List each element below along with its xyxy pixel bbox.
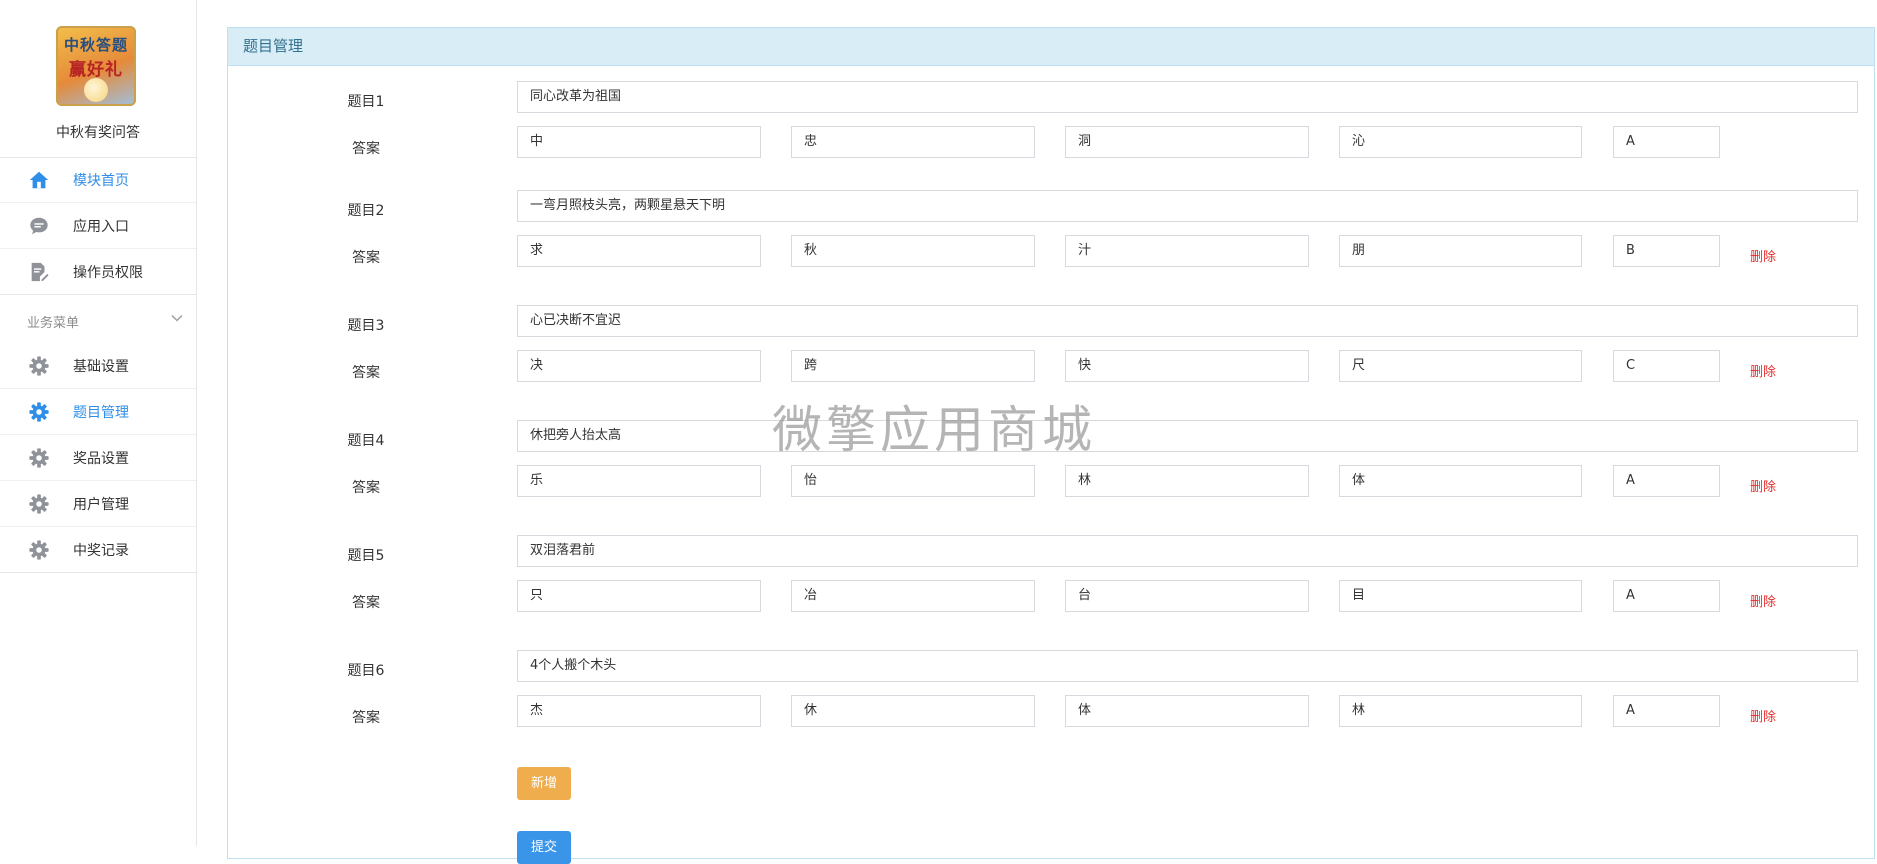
answer-label: 答案 [352,710,380,726]
option-b-input[interactable]: 休 [791,695,1035,727]
question-text-input[interactable]: 一弯月照枝头亮，两颗星悬天下明 [517,190,1858,222]
sidebar-item-label: 应用入口 [73,219,129,235]
logo-text-line2: 赢好礼 [69,60,123,80]
question-text-input[interactable]: 双泪落君前 [517,535,1858,567]
correct-answer-input[interactable]: A [1613,126,1720,158]
sidebar-item-label: 用户管理 [73,497,129,513]
sidebar-item-label: 题目管理 [73,405,129,421]
sidebar-item-label: 基础设置 [73,359,129,375]
app-name: 中秋有奖问答 [56,125,140,141]
answer-label: 答案 [352,250,380,266]
question-label: 题目1 [347,94,385,110]
option-d-input[interactable]: 目 [1339,580,1582,612]
panel-title: 题目管理 [228,28,1874,66]
group-label: 业务菜单 [27,316,80,331]
question-label: 题目6 [347,663,385,679]
option-d-input[interactable]: 林 [1339,695,1582,727]
option-c-input[interactable]: 林 [1065,465,1309,497]
sidebar-nav: 模块首页 应用入口 操作员权限 业务菜单 基础设置 题目管理 奖品设置 用户管理… [0,157,196,573]
chevron-down-icon [171,314,183,322]
sidebar-item-label: 奖品设置 [73,451,129,467]
sidebar-item-label: 操作员权限 [73,265,143,281]
sidebar-item-module-home[interactable]: 模块首页 [0,157,196,203]
app-logo: 中秋答题 赢好礼 [56,26,136,106]
moon-icon [84,78,108,102]
sidebar-item-app-entry[interactable]: 应用入口 [0,203,196,249]
option-a-input[interactable]: 只 [517,580,761,612]
delete-question-button[interactable]: 删除 [1750,591,1776,610]
answer-label: 答案 [352,480,380,496]
answer-label: 答案 [352,365,380,381]
option-d-input[interactable]: 朋 [1339,235,1582,267]
option-d-input[interactable]: 尺 [1339,350,1582,382]
brand-block: 中秋答题 赢好礼 中秋有奖问答 [0,0,196,158]
option-a-input[interactable]: 求 [517,235,761,267]
question-label: 题目5 [347,548,385,564]
gear-icon [29,448,49,468]
option-d-input[interactable]: 体 [1339,465,1582,497]
delete-question-button[interactable]: 删除 [1750,476,1776,495]
sidebar-item-winning-records[interactable]: 中奖记录 [0,527,196,573]
question-text-input[interactable]: 4个人搬个木头 [517,650,1858,682]
sidebar-item-prize-settings[interactable]: 奖品设置 [0,435,196,481]
option-a-input[interactable]: 决 [517,350,761,382]
sidebar-item-user-management[interactable]: 用户管理 [0,481,196,527]
option-a-input[interactable]: 杰 [517,695,761,727]
sidebar-item-label: 中奖记录 [73,543,129,559]
answer-label: 答案 [352,595,380,611]
correct-answer-input[interactable]: B [1613,235,1720,267]
logo-text-line1: 中秋答题 [63,36,128,54]
question-label: 题目4 [347,433,385,449]
option-d-input[interactable]: 沁 [1339,126,1582,158]
option-b-input[interactable]: 怡 [791,465,1035,497]
sidebar: 中秋答题 赢好礼 中秋有奖问答 模块首页 应用入口 操作员权限 业务菜单 基础设… [0,0,197,846]
gear-icon [29,540,49,560]
question-management-panel: 题目管理 题目1 同心改革为祖国 答案 中 忠 洞 沁 A 题目2 一弯月照枝头… [227,27,1875,864]
option-c-input[interactable]: 快 [1065,350,1309,382]
option-b-input[interactable]: 冶 [791,580,1035,612]
question-text-input[interactable]: 同心改革为祖国 [517,81,1858,113]
document-edit-icon [31,262,49,282]
sidebar-item-label: 模块首页 [73,173,129,189]
option-b-input[interactable]: 秋 [791,235,1035,267]
delete-question-button[interactable]: 删除 [1750,246,1776,265]
delete-question-button[interactable]: 删除 [1750,361,1776,380]
correct-answer-input[interactable]: A [1613,580,1720,612]
option-a-input[interactable]: 中 [517,126,761,158]
home-icon [29,171,49,189]
submit-button[interactable]: 提交 [517,831,571,864]
question-label: 题目2 [347,203,385,219]
option-b-input[interactable]: 跨 [791,350,1035,382]
correct-answer-input[interactable]: A [1613,465,1720,497]
gear-icon [29,494,49,514]
correct-answer-input[interactable]: A [1613,695,1720,727]
gear-icon [29,356,49,376]
question-text-input[interactable]: 休把旁人抬太高 [517,420,1858,452]
question-label: 题目3 [347,318,385,334]
sidebar-item-basic-settings[interactable]: 基础设置 [0,343,196,389]
sidebar-item-operator-permissions[interactable]: 操作员权限 [0,249,196,294]
correct-answer-input[interactable]: C [1613,350,1720,382]
add-question-button[interactable]: 新增 [517,767,571,800]
answer-label: 答案 [352,141,380,157]
option-c-input[interactable]: 汁 [1065,235,1309,267]
option-c-input[interactable]: 洞 [1065,126,1309,158]
option-b-input[interactable]: 忠 [791,126,1035,158]
delete-question-button[interactable]: 删除 [1750,706,1776,725]
question-text-input[interactable]: 心已决断不宜迟 [517,305,1858,337]
option-c-input[interactable]: 体 [1065,695,1309,727]
chat-icon [30,217,48,235]
option-a-input[interactable]: 乐 [517,465,761,497]
sidebar-item-question-management[interactable]: 题目管理 [0,389,196,435]
option-c-input[interactable]: 台 [1065,580,1309,612]
business-menu-header[interactable]: 业务菜单 [0,294,196,343]
gear-icon [29,402,49,422]
